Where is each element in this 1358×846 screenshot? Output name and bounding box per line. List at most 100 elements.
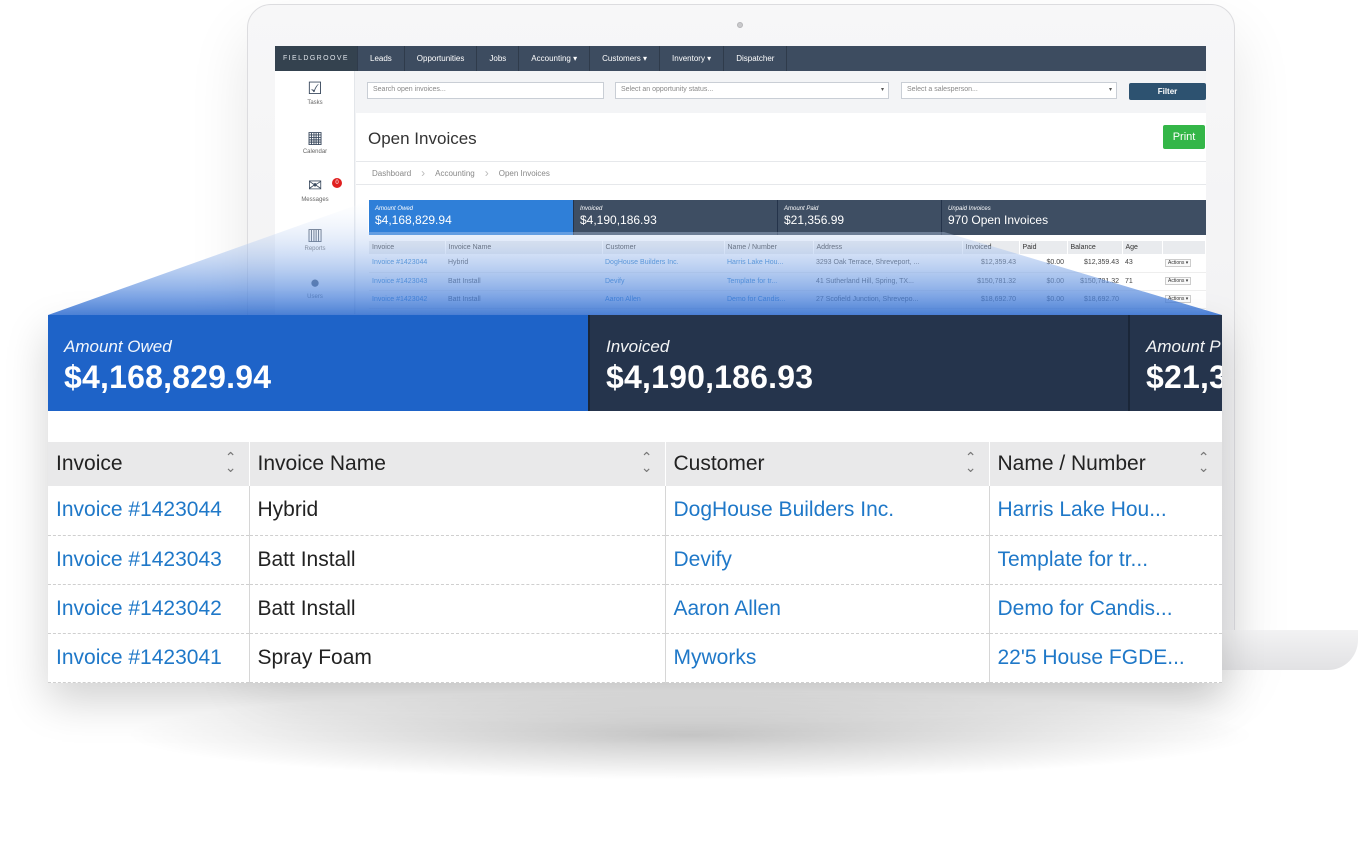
breadcrumb-dashboard[interactable]: Dashboard [372, 169, 411, 178]
nav-inventory[interactable]: Inventory ▾ [659, 46, 723, 71]
table-row: Invoice #1423044 Hybrid DogHouse Builder… [48, 486, 1222, 536]
sidebar-item-tasks[interactable]: ☑ Tasks [275, 79, 355, 106]
paid-amount: $0.00 [1019, 290, 1067, 309]
invoice-link[interactable]: Invoice #1423042 [369, 290, 445, 309]
customer-link[interactable]: DogHouse Builders Inc. [602, 254, 724, 273]
nav-jobs[interactable]: Jobs [476, 46, 518, 71]
name-number-link[interactable]: Harris Lake Hou... [989, 486, 1222, 536]
column-header-age[interactable]: Age [1122, 241, 1163, 254]
filter-button[interactable]: Filter [1129, 83, 1206, 100]
nav-dispatcher[interactable]: Dispatcher [723, 46, 788, 71]
nav-customers[interactable]: Customers ▾ [589, 46, 659, 71]
nav-opportunities[interactable]: Opportunities [403, 46, 477, 71]
sidebar-item-calendar[interactable]: ▦ Calendar [275, 128, 355, 155]
salesperson-select[interactable]: Select a salesperson... ▾ [901, 82, 1117, 99]
actions-dropdown[interactable]: Actions ▾ [1165, 295, 1192, 303]
sidebar-item-label: Calendar [302, 149, 328, 155]
column-header-balance[interactable]: Balance [1067, 241, 1123, 254]
stat-value: $21,356.99 [784, 213, 845, 227]
name-number-link[interactable]: Demo for Candis... [989, 584, 1222, 634]
sort-icon[interactable]: ⌃ ⌄ [965, 450, 977, 474]
customer-link[interactable]: Devify [602, 272, 724, 291]
breadcrumb-accounting[interactable]: Accounting [435, 169, 475, 178]
search-input[interactable]: Search open invoices... [367, 82, 604, 99]
calendar-icon: ▦ [306, 128, 324, 147]
customer-link[interactable]: Aaron Allen [602, 290, 724, 309]
invoice-link[interactable]: Invoice #1423044 [369, 254, 445, 273]
chevron-down-icon: ▾ [880, 87, 884, 93]
invoice-link[interactable]: Invoice #1423044 [48, 486, 250, 536]
column-header-invoice-name[interactable]: Invoice Name [445, 241, 603, 254]
zoomed-detail-panel: Amount Owed $4,168,829.94 Invoiced $4,19… [48, 315, 1222, 683]
invoice-table-zoomed: Invoice ⌃ ⌄ Invoice Name ⌃ ⌄ Customer ⌃ ⌄ Name… [48, 442, 1222, 683]
sort-icon[interactable]: ⌃ ⌄ [225, 450, 237, 474]
sidebar-item-users[interactable]: ● Users [275, 273, 355, 300]
actions-dropdown[interactable]: Actions ▾ [1165, 277, 1192, 285]
message-count-badge: 0 [332, 178, 342, 188]
users-icon: ● [309, 273, 321, 292]
table-row: Invoice #1423042 Batt Install Aaron Alle… [48, 584, 1222, 634]
customer-link[interactable]: Myworks [665, 633, 990, 683]
breadcrumb-open-invoices: Open Invoices [498, 168, 550, 178]
name-number-link[interactable]: Harris Lake Hou... [724, 254, 813, 273]
sidebar-item-messages[interactable]: ✉ Messages 0 [275, 176, 355, 203]
name-number-link[interactable]: Template for tr... [724, 272, 813, 291]
invoice-link[interactable]: Invoice #1423042 [48, 584, 250, 634]
column-header-name-number[interactable]: Name / Number ⌃ ⌄ [989, 442, 1222, 486]
column-header-invoice[interactable]: Invoice ⌃ ⌄ [48, 442, 250, 486]
column-header-invoiced[interactable]: Invoiced [962, 241, 1020, 254]
laptop-base [1218, 630, 1358, 670]
column-header-paid[interactable]: Paid [1019, 241, 1068, 254]
balance-amount: $150,781.32 [1067, 272, 1122, 291]
floor-shadow [120, 690, 1260, 780]
customer-link[interactable]: Aaron Allen [665, 584, 990, 634]
nav-accounting[interactable]: Accounting ▾ [518, 46, 589, 71]
stat-label: Amount P [1146, 337, 1221, 356]
column-header-actions [1162, 241, 1206, 254]
stat-label: Invoiced [580, 206, 603, 212]
zoom-stat-amount-owed: Amount Owed $4,168,829.94 [48, 315, 588, 411]
name-number-link[interactable]: Demo for Candis... [724, 290, 813, 309]
column-header-address[interactable]: Address [813, 241, 963, 254]
name-number-link[interactable]: Template for tr... [989, 535, 1222, 585]
stat-label: Unpaid Invoices [948, 206, 991, 212]
chevron-right-icon: › [484, 166, 489, 180]
actions-dropdown[interactable]: Actions ▾ [1165, 258, 1192, 267]
invoice-name: Batt Install [445, 272, 602, 291]
status-select[interactable]: Select an opportunity status... ▾ [615, 82, 889, 99]
column-header-label: Invoice [56, 452, 123, 475]
invoice-name: Hybrid [445, 254, 602, 273]
column-header-invoice[interactable]: Invoice [369, 241, 446, 254]
sidebar-item-label: Messages [301, 197, 329, 203]
table-row: Invoice #1423041 Spray Foam Myworks 22'5… [48, 633, 1222, 683]
stat-unpaid-invoices: Unpaid Invoices 970 Open Invoices [942, 200, 1206, 235]
stat-invoiced: Invoiced $4,190,186.93 [574, 200, 778, 235]
sort-icon[interactable]: ⌃ ⌄ [1198, 450, 1210, 474]
invoiced-amount: $18,692.70 [962, 290, 1019, 309]
print-button[interactable]: Print [1163, 125, 1205, 149]
top-nav: FIELDGROOVE Leads Opportunities Jobs Acc… [275, 46, 1206, 71]
column-header-customer[interactable]: Customer [602, 241, 725, 254]
invoice-link[interactable]: Invoice #1423043 [369, 272, 445, 291]
sidebar-item-reports[interactable]: ▥ Reports [275, 225, 355, 252]
paid-amount: $0.00 [1019, 272, 1067, 291]
customer-link[interactable]: Devify [665, 535, 990, 585]
brand-logo[interactable]: FIELDGROOVE [275, 46, 357, 71]
sort-icon[interactable]: ⌃ ⌄ [641, 450, 653, 474]
salesperson-select-placeholder: Select a salesperson... [907, 86, 978, 93]
customer-link[interactable]: DogHouse Builders Inc. [665, 486, 990, 536]
column-header-invoice-name[interactable]: Invoice Name ⌃ ⌄ [249, 442, 666, 486]
sidebar-item-label: Tasks [307, 100, 323, 106]
invoice-link[interactable]: Invoice #1423043 [48, 535, 250, 585]
nav-leads[interactable]: Leads [357, 46, 404, 71]
stat-value: $4,190,186.93 [606, 359, 814, 395]
column-header-name-number[interactable]: Name / Number [724, 241, 814, 254]
column-header-customer[interactable]: Customer ⌃ ⌄ [665, 442, 990, 486]
column-header-label: Invoice Name [257, 452, 386, 475]
stat-amount-paid: Amount Paid $21,356.99 [778, 200, 942, 235]
invoice-name: Batt Install [249, 584, 666, 634]
invoice-link[interactable]: Invoice #1423041 [48, 633, 250, 683]
sidebar-item-label: Users [307, 294, 323, 300]
name-number-link[interactable]: 22'5 House FGDE... [989, 633, 1222, 683]
table-row: Invoice #1423044 Hybrid DogHouse Builder… [369, 254, 1206, 273]
